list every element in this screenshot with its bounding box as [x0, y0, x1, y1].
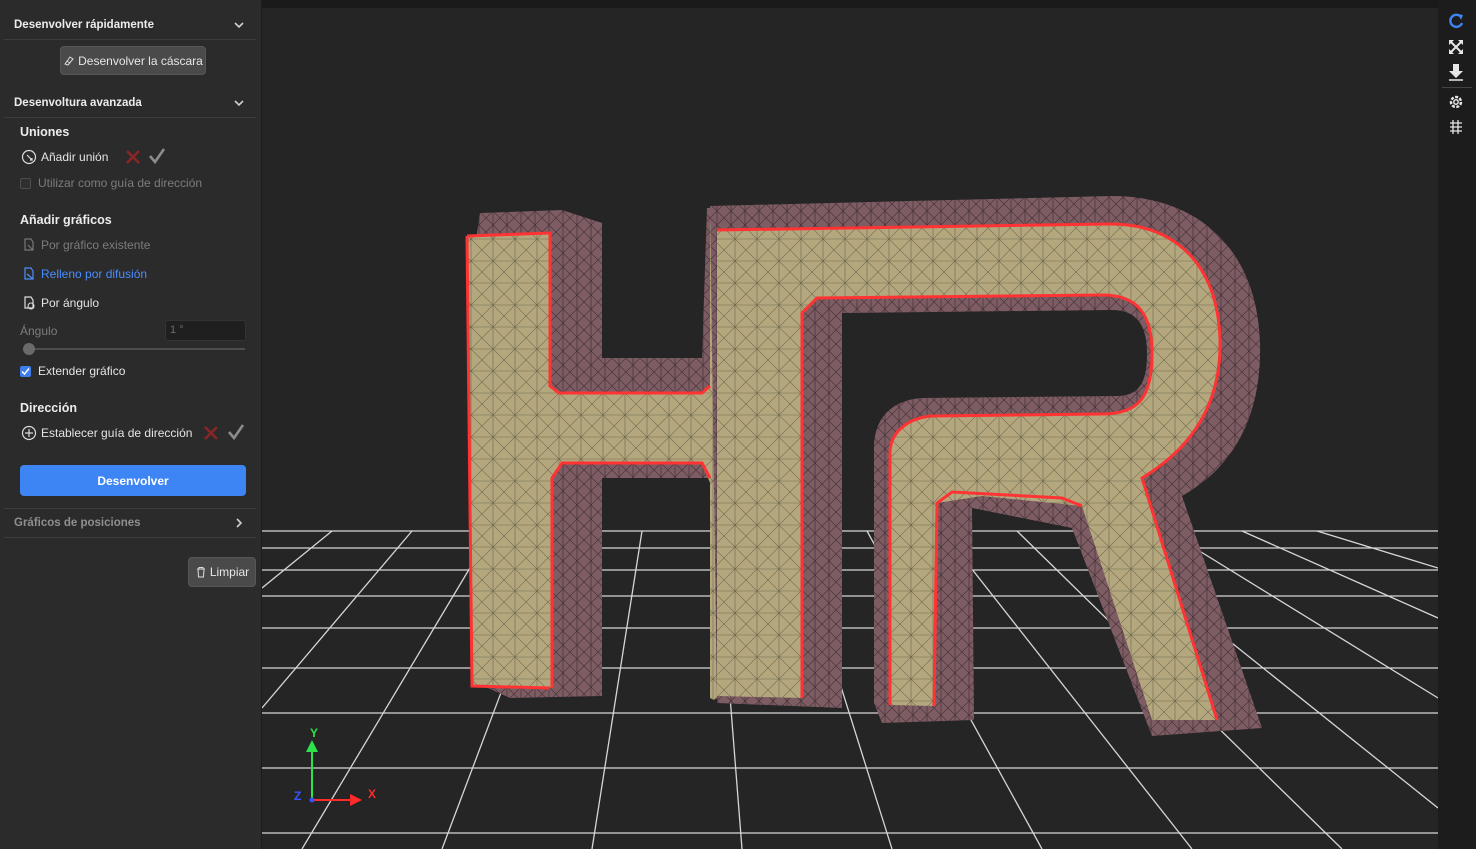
toolbar-divider — [1442, 87, 1472, 88]
direction-guide-icon — [20, 424, 38, 442]
unwrap-shell-label: Desenvolver la cáscara — [78, 53, 203, 68]
direction-guide-label: Utilizar como guía de dirección — [38, 176, 203, 190]
axis-y-label: Y — [310, 726, 319, 740]
cancel-direction-icon[interactable] — [202, 424, 220, 442]
left-panel: Desenvolver rápidamente Desenvolver la c… — [0, 0, 262, 849]
set-direction-guide-tool[interactable]: Establecer guía de dirección — [20, 424, 192, 442]
angle-label: Ángulo — [20, 324, 58, 338]
axis-x-label: X — [368, 787, 377, 801]
settings-icon[interactable] — [1446, 92, 1466, 112]
diffusion-fill-label: Relleno por difusión — [41, 267, 148, 281]
section-advanced-title: Desenvoltura avanzada — [14, 96, 142, 109]
diffusion-fill-tool[interactable]: Relleno por difusión — [20, 265, 147, 283]
cancel-seam-icon[interactable] — [124, 148, 142, 166]
refresh-icon[interactable] — [1446, 11, 1466, 31]
add-seam-label: Añadir unión — [41, 150, 109, 164]
right-toolbar — [1438, 0, 1476, 849]
direction-guide-option[interactable]: Utilizar como guía de dirección — [20, 176, 202, 190]
section-quick-unwrap-title: Desenvolver rápidamente — [14, 18, 154, 31]
angle-input[interactable]: 1 ° — [165, 320, 246, 341]
add-seam-icon — [20, 148, 38, 166]
grid-view-icon[interactable] — [1446, 117, 1466, 137]
direction-guide-checkbox[interactable] — [20, 177, 31, 189]
angle-slider-thumb[interactable] — [23, 343, 35, 355]
confirm-seam-icon[interactable] — [148, 147, 166, 165]
confirm-direction-icon[interactable] — [227, 423, 245, 441]
unwrap-shell-button[interactable]: Desenvolver la cáscara — [60, 46, 206, 75]
trash-icon — [195, 566, 207, 578]
axis-z-label: Z — [294, 789, 302, 803]
clear-button[interactable]: Limpiar — [188, 557, 256, 587]
section-quick-unwrap[interactable]: Desenvolver rápidamente — [4, 10, 256, 40]
scene-canvas[interactable] — [262, 8, 1438, 849]
set-direction-guide-label: Establecer guía de dirección — [41, 426, 193, 440]
fit-view-icon[interactable] — [1446, 37, 1466, 57]
drop-to-floor-icon[interactable] — [1446, 62, 1466, 82]
extend-graphic-label: Extender gráfico — [38, 364, 126, 378]
by-existing-graphic-tool[interactable]: Por gráfico existente — [20, 236, 150, 254]
extend-graphic-option[interactable]: Extender gráfico — [20, 364, 125, 378]
unwrap-button[interactable]: Desenvolver — [20, 465, 246, 496]
3d-viewport[interactable]: Y X Z — [262, 8, 1438, 849]
seams-group-title: Uniones — [20, 125, 70, 139]
extend-graphic-checkbox[interactable] — [20, 365, 31, 377]
section-position-graphics[interactable]: Gráficos de posiciones — [4, 508, 256, 538]
angle-slider[interactable] — [28, 348, 245, 350]
floor-grid — [262, 530, 1438, 849]
by-existing-graphic-label: Por gráfico existente — [41, 238, 151, 252]
angle-icon — [20, 294, 38, 312]
existing-graphic-icon — [20, 236, 38, 254]
section-position-graphics-title: Gráficos de posiciones — [14, 517, 141, 529]
add-graphics-group-title: Añadir gráficos — [20, 213, 112, 227]
direction-group-title: Dirección — [20, 401, 77, 415]
mesh-letter-r[interactable] — [710, 196, 1262, 736]
diffusion-fill-icon — [20, 265, 38, 283]
by-angle-tool[interactable]: Por ángulo — [20, 294, 99, 312]
add-seam-tool[interactable]: Añadir unión — [20, 148, 108, 166]
chevron-down-icon[interactable] — [232, 18, 246, 32]
section-advanced-unwrap[interactable]: Desenvoltura avanzada — [4, 88, 256, 118]
by-angle-label: Por ángulo — [41, 296, 100, 310]
chevron-down-icon[interactable] — [232, 96, 246, 110]
chevron-right-icon[interactable] — [232, 516, 246, 530]
brush-icon — [63, 55, 75, 67]
clear-label: Limpiar — [209, 565, 250, 579]
